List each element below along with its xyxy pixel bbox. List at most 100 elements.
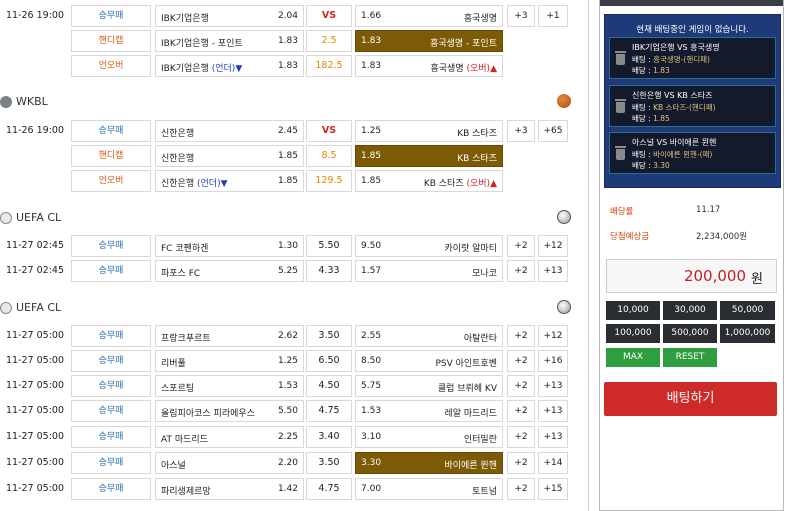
away-odds-button[interactable]: 1.53 레알 마드리드 <box>355 400 503 422</box>
away-odds-button[interactable]: 2.55 아탈란타 <box>355 325 503 347</box>
match-time: 11-27 05:00 <box>6 431 65 442</box>
away-odds-button[interactable]: 9.50 카이랏 알마티 <box>355 235 503 257</box>
home-odds: 2.62 <box>277 331 298 341</box>
draw-odds-button[interactable]: 3.50 <box>306 452 352 474</box>
extra-markets-button[interactable]: +2 <box>507 235 535 257</box>
home-odds-button[interactable]: AT 마드리드 2.25 <box>155 426 304 448</box>
more-markets-button[interactable]: +13 <box>538 400 568 422</box>
away-odds-button[interactable]: 8.50 PSV 아인트호벤 <box>355 350 503 372</box>
betslip-match: 아스널 VS 바이에른 뮌헨 <box>632 138 717 147</box>
home-odds-button[interactable]: IBK기업은행 (언더)▼ 1.83 <box>155 55 304 77</box>
away-odds-button[interactable]: 5.75 클럽 브뤼헤 KV <box>355 375 503 397</box>
draw-odds-button[interactable]: 4.33 <box>306 260 352 282</box>
table-row: 11-27 02:45 승무패 파포스 FC 5.25 4.33 1.57 모나… <box>0 260 570 282</box>
home-odds-button[interactable]: 올림피아코스 피라에우스 5.50 <box>155 400 304 422</box>
home-odds-button[interactable]: 신한은행 2.45 <box>155 120 304 142</box>
away-odds-button[interactable]: 1.83 흥국생명 (오버)▲ <box>355 55 503 77</box>
draw-odds-button[interactable]: 2.5 <box>306 30 352 52</box>
away-odds-button[interactable]: 1.25 KB 스타즈 <box>355 120 503 142</box>
trash-icon[interactable] <box>615 99 626 113</box>
home-team: IBK기업은행 (언더)▼ <box>161 64 243 74</box>
betslip-item: 아스널 VS 바이에른 뮌헨 배팅 : 바이에른 뮌헨-(패) 배당 : 3.3… <box>609 132 776 174</box>
betslip-item: IBK기업은행 VS 흥국생명 배팅 : 흥국생명-(핸디패) 배당 : 1.8… <box>609 37 776 79</box>
extra-markets-button[interactable]: +2 <box>507 426 535 448</box>
trash-icon[interactable] <box>615 51 626 65</box>
away-odds: 3.10 <box>361 432 382 442</box>
draw-odds-button[interactable]: 4.50 <box>306 375 352 397</box>
home-odds-button[interactable]: 리버풀 1.25 <box>155 350 304 372</box>
extra-markets-button[interactable]: +2 <box>507 350 535 372</box>
draw-odds-button[interactable]: 5.50 <box>306 235 352 257</box>
draw-odds-button[interactable]: 8.5 <box>306 145 352 167</box>
more-markets-button[interactable]: +12 <box>538 235 568 257</box>
home-odds-button[interactable]: 신한은행 1.85 <box>155 145 304 167</box>
home-odds-button[interactable]: 프랑크푸르트 2.62 <box>155 325 304 347</box>
place-bet-button[interactable]: 배팅하기 <box>604 382 777 416</box>
extra-markets-button[interactable]: +2 <box>507 400 535 422</box>
away-odds-button[interactable]: 1.66 흥국생명 <box>355 5 503 27</box>
home-odds-button[interactable]: IBK기업은행 2.04 <box>155 5 304 27</box>
bet-amount-input[interactable]: 200,000 원 <box>606 259 777 293</box>
away-odds-button[interactable]: 3.10 인터밀란 <box>355 426 503 448</box>
away-odds-button[interactable]: 1.83 흥국생명 - 포인트 <box>355 30 503 52</box>
home-odds-button[interactable]: 파리생제르망 1.42 <box>155 478 304 500</box>
max-button[interactable]: MAX <box>606 348 660 367</box>
home-team: AT 마드리드 <box>161 435 208 445</box>
chip-1000000-button[interactable]: 1,000,000 <box>720 324 775 343</box>
draw-odds-button[interactable]: 4.75 <box>306 478 352 500</box>
chip-10000-button[interactable]: 10,000 <box>606 301 660 320</box>
match-time: 11-27 05:00 <box>6 355 65 366</box>
draw-odds-button[interactable]: 3.50 <box>306 325 352 347</box>
more-markets-button[interactable]: +12 <box>538 325 568 347</box>
chip-30000-button[interactable]: 30,000 <box>663 301 717 320</box>
extra-markets-button[interactable]: +2 <box>507 260 535 282</box>
home-odds-button[interactable]: IBK기업은행 - 포인트 1.83 <box>155 30 304 52</box>
extra-markets-button[interactable]: +2 <box>507 375 535 397</box>
home-odds: 1.30 <box>277 241 298 251</box>
draw-odds-button[interactable]: 129.5 <box>306 170 352 192</box>
extra-markets-button[interactable]: +2 <box>507 325 535 347</box>
trash-icon[interactable] <box>615 146 626 160</box>
chip-500000-button[interactable]: 500,000 <box>663 324 717 343</box>
more-markets-button[interactable]: +16 <box>538 350 568 372</box>
draw-odds-button[interactable]: 6.50 <box>306 350 352 372</box>
away-odds-button[interactable]: 1.57 모나코 <box>355 260 503 282</box>
away-odds: 9.50 <box>361 241 382 251</box>
extra-markets-button[interactable]: +3 <box>507 5 535 27</box>
home-odds-button[interactable]: 아스널 2.20 <box>155 452 304 474</box>
more-markets-button[interactable]: +15 <box>538 478 568 500</box>
away-odds-button[interactable]: 3.30 바이에른 뮌헨 <box>355 452 503 474</box>
more-markets-button[interactable]: +1 <box>538 5 568 27</box>
away-team: 바이에른 뮌헨 <box>444 461 497 471</box>
home-odds-button[interactable]: 신한은행 (언더)▼ 1.85 <box>155 170 304 192</box>
away-odds-button[interactable]: 1.85 KB 스타즈 <box>355 145 503 167</box>
extra-markets-button[interactable]: +3 <box>507 120 535 142</box>
more-markets-button[interactable]: +13 <box>538 260 568 282</box>
away-team: 흥국생명 - 포인트 <box>430 39 497 49</box>
away-odds-button[interactable]: 1.85 KB 스타즈 (오버)▲ <box>355 170 503 192</box>
betslip-pick: 배팅 : KB 스타즈-(핸디패) <box>632 103 716 112</box>
extra-markets-button[interactable]: +2 <box>507 452 535 474</box>
chip-100000-button[interactable]: 100,000 <box>606 324 660 343</box>
home-odds-button[interactable]: FC 코펜하겐 1.30 <box>155 235 304 257</box>
reset-button[interactable]: RESET <box>663 348 717 367</box>
bet-type: 핸디캡 <box>71 145 151 167</box>
more-markets-button[interactable]: +13 <box>538 375 568 397</box>
more-markets-button[interactable]: +65 <box>538 120 568 142</box>
draw-odds-button[interactable]: 182.5 <box>306 55 352 77</box>
draw-odds-button[interactable]: VS <box>306 120 352 142</box>
more-markets-button[interactable]: +13 <box>538 426 568 448</box>
away-team: 토트넘 <box>472 487 497 497</box>
home-odds-button[interactable]: 파포스 FC 5.25 <box>155 260 304 282</box>
soccer-ball-icon <box>557 300 571 314</box>
league-title: UEFA CL <box>16 211 62 224</box>
chip-50000-button[interactable]: 50,000 <box>720 301 775 320</box>
more-markets-button[interactable]: +14 <box>538 452 568 474</box>
draw-odds-button[interactable]: 3.40 <box>306 426 352 448</box>
home-odds-button[interactable]: 스포르팅 1.53 <box>155 375 304 397</box>
draw-odds-button[interactable]: VS <box>306 5 352 27</box>
draw-odds-button[interactable]: 4.75 <box>306 400 352 422</box>
away-odds-button[interactable]: 7.00 토트넘 <box>355 478 503 500</box>
extra-markets-button[interactable]: +2 <box>507 478 535 500</box>
away-team: 인터밀란 <box>463 435 497 445</box>
